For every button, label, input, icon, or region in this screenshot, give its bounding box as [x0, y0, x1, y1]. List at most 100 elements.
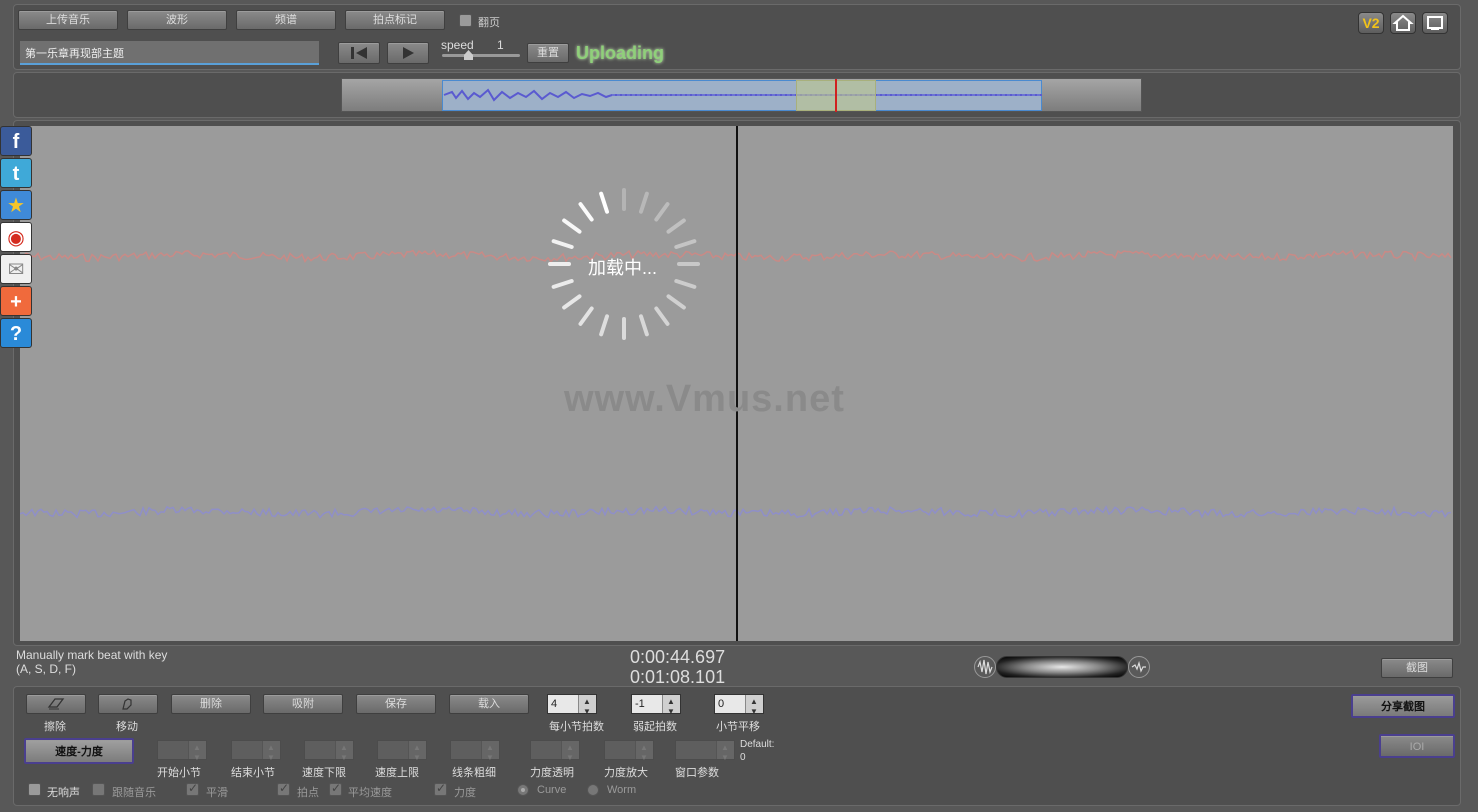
spinner-tick [599, 314, 610, 337]
page-flip-checkbox[interactable] [459, 14, 472, 27]
erase-button[interactable] [26, 694, 86, 714]
spinner-tick [578, 202, 594, 222]
dynamics-alpha-stepper[interactable] [530, 739, 580, 767]
reset-button[interactable]: 重置 [527, 43, 569, 63]
erase-label: 擦除 [44, 721, 66, 733]
ioi-button[interactable]: IOI [1379, 734, 1455, 758]
loading-text: 加载中... [588, 258, 658, 278]
worm-radio[interactable] [587, 784, 599, 796]
spinner-tick [674, 278, 697, 289]
fullscreen-icon[interactable] [1422, 12, 1448, 34]
title-field[interactable]: 第一乐章再现部主题 [20, 41, 319, 65]
page-flip-label: 翻页 [478, 17, 500, 29]
curve-label: Curve [537, 784, 567, 796]
move-button[interactable] [98, 694, 158, 714]
help-icon[interactable]: ? [0, 318, 32, 348]
spinner-tick [562, 218, 582, 234]
start-bar-stepper[interactable] [157, 739, 207, 767]
share-screenshot-button[interactable]: 分享截图 [1351, 694, 1455, 718]
eraser-icon [47, 698, 65, 710]
weibo-icon[interactable]: ◉ [0, 222, 32, 252]
speed-max-stepper[interactable] [377, 739, 427, 767]
upload-status: Uploading [576, 43, 664, 63]
end-bar-label: 结束小节 [231, 767, 275, 779]
move-hand-icon [122, 698, 132, 710]
spinner-tick [666, 294, 686, 310]
facebook-icon[interactable]: f [0, 126, 32, 156]
curve-radio[interactable] [517, 784, 529, 796]
avg-speed-label: 平均速度 [348, 787, 392, 799]
v2-icon[interactable]: V2 [1358, 12, 1384, 34]
upload-music-button[interactable]: 上传音乐 [18, 10, 118, 30]
start-bar-label: 开始小节 [157, 767, 201, 779]
play-button[interactable] [387, 42, 429, 64]
beat-point-label: 拍点 [297, 787, 319, 799]
speed-dynamics-mode-button[interactable]: 速度-力度 [24, 738, 134, 764]
beat-point-checkbox[interactable] [277, 781, 290, 796]
speed-value: 1 [497, 38, 504, 52]
dynamics-label: 力度 [454, 787, 476, 799]
total-time: 0:01:08.101 [630, 667, 726, 687]
load-button[interactable]: 载入 [449, 694, 529, 714]
beats-per-bar-stepper[interactable]: 4 [547, 693, 597, 721]
line-width-stepper[interactable] [450, 739, 500, 767]
dynamics-zoom-label: 力度放大 [604, 767, 648, 779]
waveform-zoom-in-icon[interactable] [974, 656, 996, 678]
worm-label: Worm [607, 784, 637, 796]
default-label: Default: [740, 739, 775, 750]
twitter-icon[interactable]: t [0, 158, 32, 188]
speed-max-label: 速度上限 [375, 767, 419, 779]
end-bar-stepper[interactable] [231, 739, 281, 767]
zoom-slider[interactable] [996, 656, 1128, 678]
watermark: www.Vmus.net [564, 378, 845, 420]
speed-min-stepper[interactable] [304, 739, 354, 767]
spinner-tick [599, 191, 610, 214]
speed-slider[interactable] [442, 50, 520, 60]
play-icon [403, 47, 414, 59]
favorite-star-icon[interactable]: ★ [0, 190, 32, 220]
spinner-tick [578, 306, 594, 326]
waveform-canvas[interactable]: www.Vmus.net [20, 126, 1453, 641]
pickup-beats-stepper[interactable]: -1 [631, 693, 681, 721]
snap-button[interactable]: 吸附 [263, 694, 343, 714]
overview-track[interactable] [341, 78, 1142, 112]
email-icon[interactable]: ✉ [0, 254, 32, 284]
speed-min-label: 速度下限 [302, 767, 346, 779]
delete-button[interactable]: 删除 [171, 694, 251, 714]
default-value: 0 [740, 752, 746, 763]
window-param-stepper[interactable] [675, 739, 735, 767]
bar-offset-label: 小节平移 [716, 721, 760, 733]
overview-playhead[interactable] [835, 79, 837, 112]
skip-start-icon [351, 47, 367, 59]
speed-label: speed [441, 38, 474, 52]
spinner-tick [674, 239, 697, 250]
pickup-beats-label: 弱起拍数 [633, 721, 677, 733]
window-param-label: 窗口参数 [675, 767, 719, 779]
avg-speed-checkbox[interactable] [329, 781, 342, 796]
dynamics-checkbox[interactable] [434, 781, 447, 796]
current-time: 0:00:44.697 [630, 647, 726, 667]
home-icon[interactable] [1390, 12, 1416, 34]
beat-mark-button[interactable]: 拍点标记 [345, 10, 445, 30]
dynamics-alpha-label: 力度透明 [530, 767, 574, 779]
beats-per-bar-label: 每小节拍数 [549, 721, 604, 733]
line-width-label: 线条粗细 [452, 767, 496, 779]
smooth-checkbox[interactable] [186, 781, 199, 796]
screenshot-button[interactable]: 截图 [1381, 658, 1453, 678]
bar-offset-stepper[interactable]: 0 [714, 693, 764, 721]
spinner-tick [551, 278, 574, 289]
add-share-icon[interactable]: + [0, 286, 32, 316]
spinner-tick [638, 191, 649, 214]
skip-start-button[interactable] [338, 42, 380, 64]
dynamics-zoom-stepper[interactable] [604, 739, 654, 767]
no-sound-label: 无响声 [47, 787, 80, 799]
waveform-zoom-out-icon[interactable] [1128, 656, 1150, 678]
spinner-tick [638, 314, 649, 337]
waveform-button[interactable]: 波形 [127, 10, 227, 30]
save-button[interactable]: 保存 [356, 694, 436, 714]
follow-music-checkbox[interactable] [92, 783, 105, 796]
spinner-tick [654, 306, 670, 326]
spectrum-button[interactable]: 频谱 [236, 10, 336, 30]
hint-line-1: Manually mark beat with key [16, 648, 168, 662]
no-sound-checkbox[interactable] [28, 783, 41, 796]
